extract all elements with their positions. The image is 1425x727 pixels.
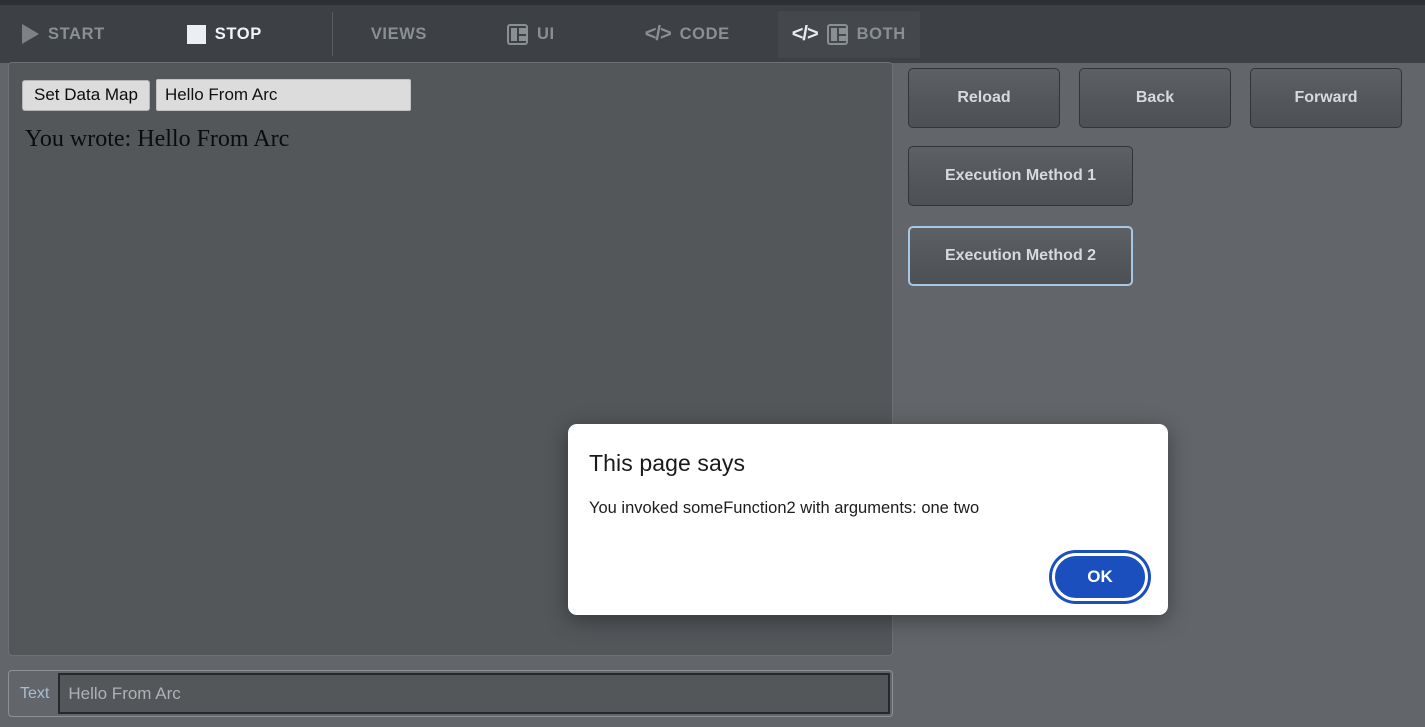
data-map-input[interactable] bbox=[156, 79, 411, 111]
webview-form-row: Set Data Map bbox=[9, 63, 892, 111]
execution-method-1-row: Execution Method 1 bbox=[900, 128, 1425, 206]
text-property-label: Text bbox=[9, 685, 58, 703]
layout-panels-icon bbox=[827, 24, 848, 45]
stop-button-label: STOP bbox=[215, 25, 262, 44]
start-button[interactable]: START bbox=[8, 11, 119, 58]
alert-ok-button[interactable]: OK bbox=[1052, 553, 1148, 601]
navigation-button-row: Reload Back Forward bbox=[900, 62, 1425, 128]
execution-method-2-row: Execution Method 2 bbox=[900, 206, 1425, 286]
view-mode-code-label: CODE bbox=[680, 25, 730, 44]
view-mode-both-label: BOTH bbox=[857, 25, 906, 44]
text-property-input[interactable]: Hello From Arc bbox=[58, 673, 890, 714]
alert-dialog: This page says You invoked someFunction2… bbox=[568, 424, 1168, 615]
set-data-map-button[interactable]: Set Data Map bbox=[22, 80, 150, 111]
view-mode-ui-label: UI bbox=[537, 25, 555, 44]
play-icon bbox=[22, 24, 39, 44]
alert-dialog-title: This page says bbox=[568, 424, 1168, 477]
views-label: VIEWS bbox=[371, 25, 427, 44]
app-root: START STOP VIEWS UI </> CODE </> BOTH bbox=[0, 0, 1425, 727]
toolbar-divider bbox=[332, 12, 333, 56]
execution-method-2-button[interactable]: Execution Method 2 bbox=[908, 226, 1133, 286]
webview-output-text: You wrote: Hello From Arc bbox=[9, 111, 892, 154]
forward-button[interactable]: Forward bbox=[1250, 68, 1402, 128]
code-brackets-icon: </> bbox=[792, 23, 818, 46]
text-property-row: Text Hello From Arc bbox=[8, 670, 893, 717]
reload-button[interactable]: Reload bbox=[908, 68, 1060, 128]
main-toolbar: START STOP VIEWS UI </> CODE </> BOTH bbox=[0, 0, 1425, 63]
alert-dialog-message: You invoked someFunction2 with arguments… bbox=[568, 477, 1168, 518]
stop-square-icon bbox=[187, 25, 206, 44]
execution-method-1-button[interactable]: Execution Method 1 bbox=[908, 146, 1133, 206]
alert-dialog-actions: OK bbox=[1052, 553, 1148, 601]
view-mode-ui-button[interactable]: UI bbox=[493, 11, 569, 58]
views-label-group: VIEWS bbox=[357, 11, 441, 58]
start-button-label: START bbox=[48, 25, 105, 44]
control-panel: Reload Back Forward Execution Method 1 E… bbox=[900, 62, 1425, 727]
code-brackets-icon: </> bbox=[645, 23, 671, 46]
stop-button[interactable]: STOP bbox=[173, 11, 276, 58]
view-mode-both-button[interactable]: </> BOTH bbox=[778, 11, 920, 58]
view-mode-code-button[interactable]: </> CODE bbox=[631, 11, 744, 58]
layout-panels-icon bbox=[507, 24, 528, 45]
back-button[interactable]: Back bbox=[1079, 68, 1231, 128]
